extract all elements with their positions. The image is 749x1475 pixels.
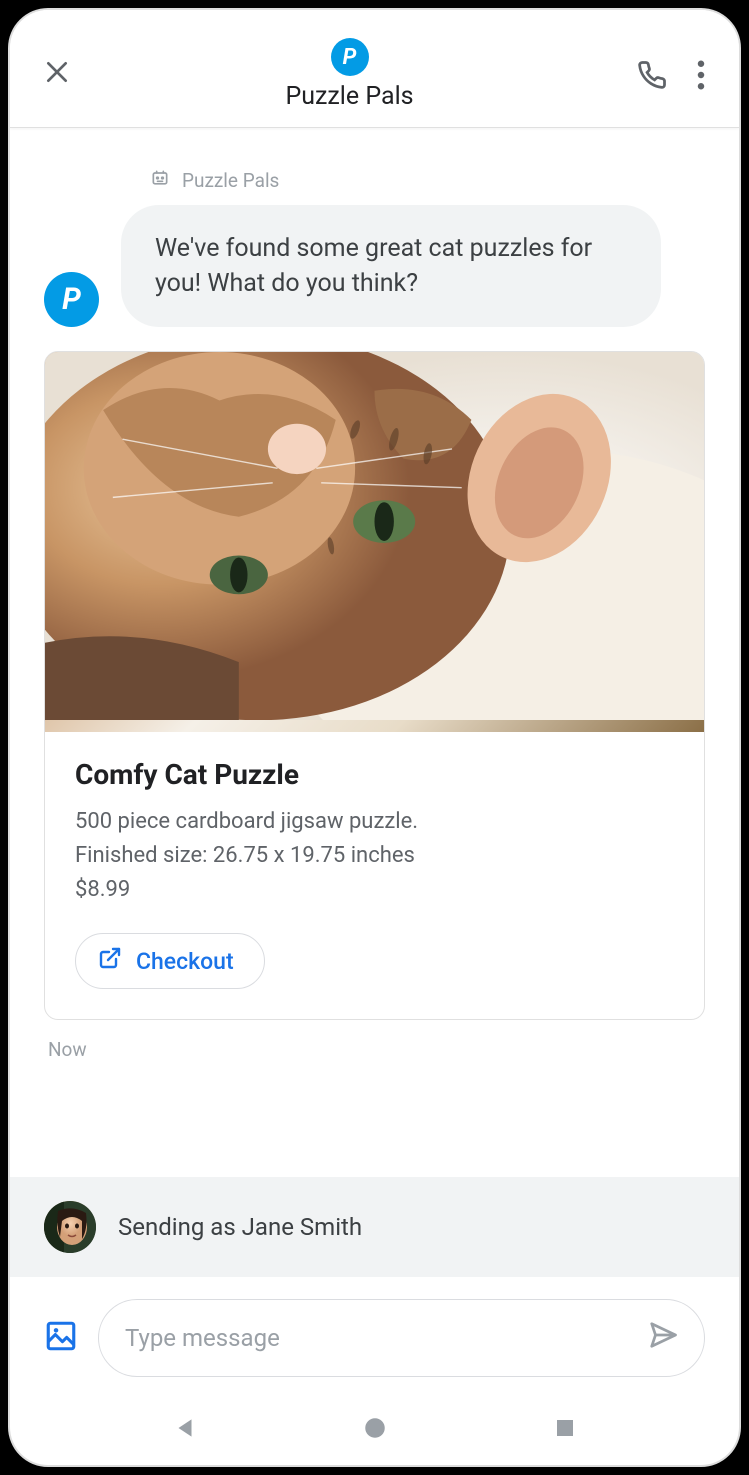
sending-as-bar: Sending as Jane Smith xyxy=(10,1177,739,1277)
sending-as-label: Sending as Jane Smith xyxy=(118,1213,362,1241)
phone-icon[interactable] xyxy=(637,60,667,90)
nav-recent-icon[interactable] xyxy=(553,1416,577,1444)
message-row: P We've found some great cat puzzles for… xyxy=(44,205,705,327)
card-body: Comfy Cat Puzzle 500 piece cardboard jig… xyxy=(45,732,704,1019)
card-image xyxy=(45,352,704,732)
rich-card: Comfy Cat Puzzle 500 piece cardboard jig… xyxy=(44,351,705,1020)
nav-back-icon[interactable] xyxy=(172,1415,198,1445)
avatar-letter: P xyxy=(343,45,357,70)
avatar-letter: P xyxy=(62,282,81,317)
send-icon[interactable] xyxy=(648,1320,678,1356)
compose-bar: Type message xyxy=(10,1277,739,1395)
bot-icon xyxy=(150,168,170,193)
device-frame: P Puzzle Pals xyxy=(10,10,739,1465)
card-description: 500 piece cardboard jigsaw puzzle. Finis… xyxy=(75,805,674,907)
input-placeholder: Type message xyxy=(125,1324,280,1352)
message-sender-label: Puzzle Pals xyxy=(150,168,705,193)
message-input[interactable]: Type message xyxy=(98,1299,705,1377)
image-attach-icon[interactable] xyxy=(44,1319,78,1357)
contact-avatar: P xyxy=(331,38,369,76)
close-icon[interactable] xyxy=(44,59,70,91)
checkout-label: Checkout xyxy=(136,948,234,975)
more-vert-icon[interactable] xyxy=(697,60,705,90)
message-timestamp: Now xyxy=(44,1038,705,1061)
card-title: Comfy Cat Puzzle xyxy=(75,758,674,791)
user-avatar xyxy=(44,1201,96,1253)
sender-name: Puzzle Pals xyxy=(182,169,279,192)
chat-scroll-area[interactable]: Puzzle Pals P We've found some great cat… xyxy=(10,128,739,1177)
message-bubble: We've found some great cat puzzles for y… xyxy=(121,205,661,327)
open-external-icon xyxy=(98,946,122,976)
app-header: P Puzzle Pals xyxy=(10,10,739,128)
contact-name: Puzzle Pals xyxy=(285,82,413,111)
message-avatar: P xyxy=(44,272,99,327)
checkout-button[interactable]: Checkout xyxy=(75,933,265,989)
nav-home-icon[interactable] xyxy=(362,1415,388,1445)
